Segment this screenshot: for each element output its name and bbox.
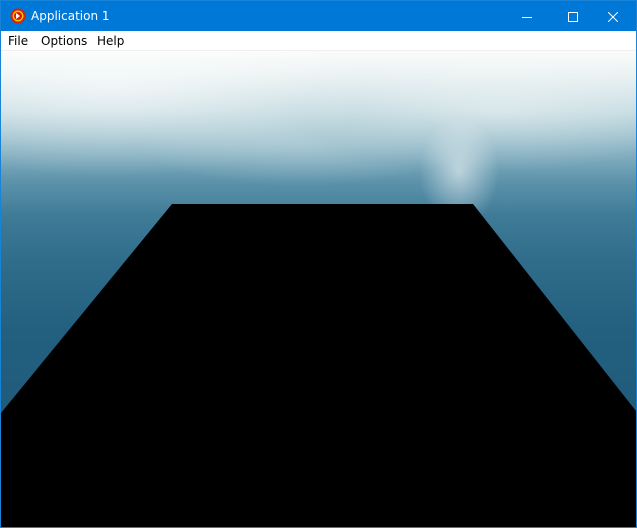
menu-file[interactable]: File xyxy=(8,33,28,49)
minimize-icon xyxy=(522,7,532,26)
menu-help[interactable]: Help xyxy=(97,33,124,49)
close-icon xyxy=(607,7,619,26)
minimize-button[interactable] xyxy=(504,1,550,31)
window-title: Application 1 xyxy=(31,9,110,23)
maximize-icon xyxy=(568,7,578,26)
floor-plane xyxy=(1,204,636,527)
app-logo-icon xyxy=(10,8,26,24)
menu-options[interactable]: Options xyxy=(41,33,87,49)
close-button[interactable] xyxy=(590,1,636,31)
title-bar[interactable]: Application 1 xyxy=(1,1,636,31)
application-window: Application 1 File Options Help xyxy=(0,0,637,528)
render-viewport[interactable] xyxy=(1,51,636,527)
menu-bar: File Options Help xyxy=(1,31,636,51)
